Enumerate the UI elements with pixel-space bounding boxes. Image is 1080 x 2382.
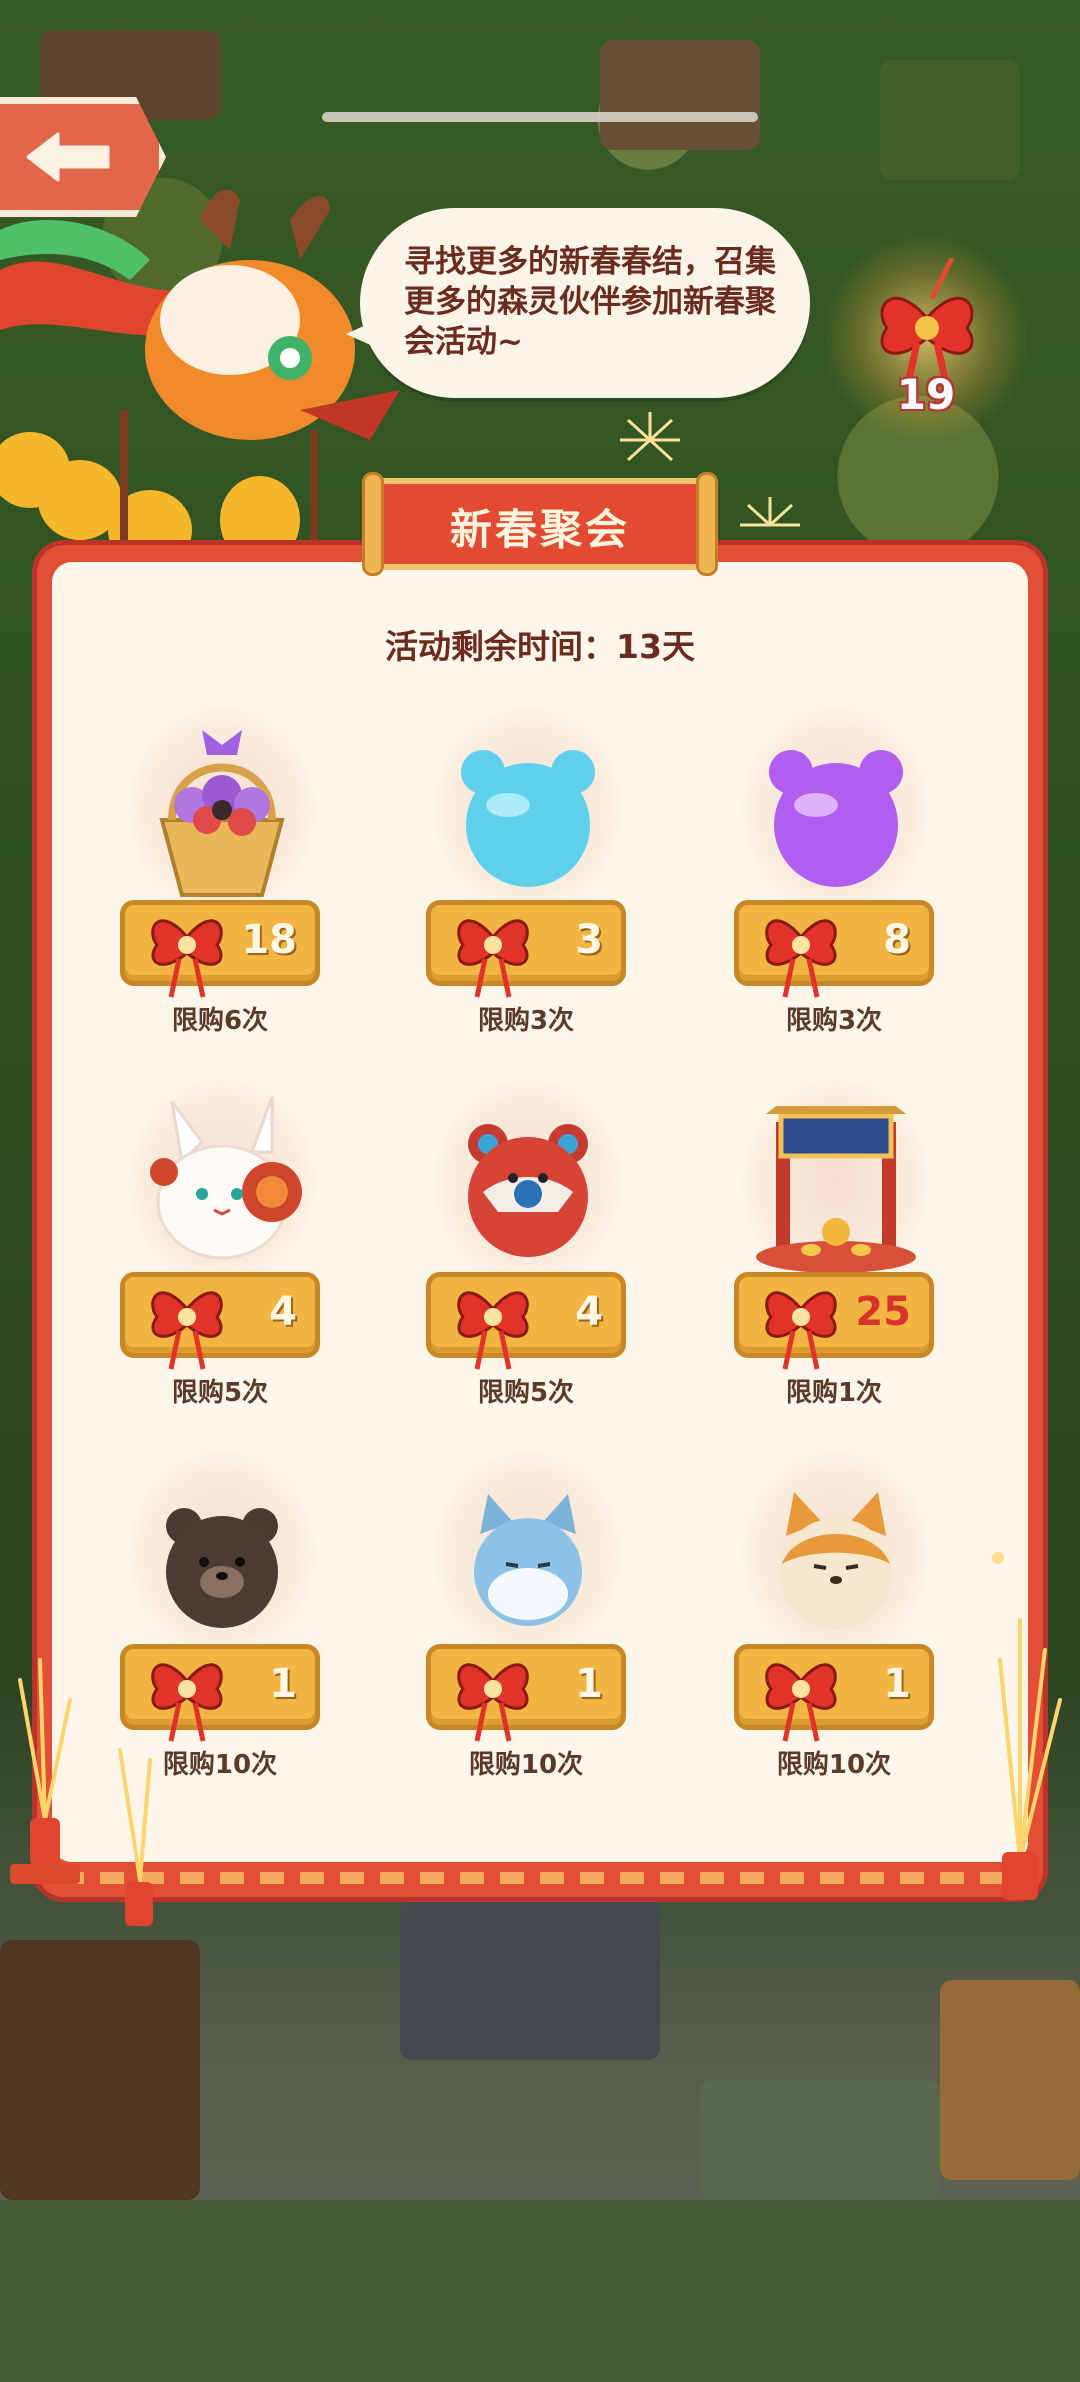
speech-bubble: 寻找更多的新春春结，召集更多的森灵伙伴参加新春聚会活动~ bbox=[346, 208, 810, 398]
firecracker-icon bbox=[10, 1658, 153, 1926]
price-label: 4 bbox=[269, 1289, 297, 1335]
knot-currency-counter[interactable]: 19 bbox=[826, 228, 1026, 448]
purchase-limit-label: 限购5次 bbox=[477, 1378, 575, 1408]
panel-title: 新春聚会 bbox=[449, 505, 630, 554]
price-label: 4 bbox=[575, 1289, 603, 1335]
shop-item[interactable]: 18 限购6次 bbox=[102, 700, 342, 1040]
flower-basket-icon bbox=[159, 730, 285, 897]
chinese-knot-icon bbox=[151, 1663, 223, 1742]
festival-gate-icon bbox=[756, 1106, 916, 1273]
shop-item[interactable]: 8 限购3次 bbox=[716, 700, 956, 1040]
speech-bubble-text: 寻找更多的新春春结，召集更多的森灵伙伴参加新春聚会活动~ bbox=[404, 244, 776, 360]
chinese-knot-icon bbox=[765, 919, 837, 998]
shop-item[interactable]: 1 限购10次 bbox=[716, 1444, 956, 1784]
shop-item[interactable]: 4 限购5次 bbox=[102, 1072, 342, 1412]
shop-item[interactable]: 4 限购5次 bbox=[408, 1072, 648, 1412]
price-label: 8 bbox=[883, 917, 911, 963]
chinese-knot-icon bbox=[151, 919, 223, 998]
price-button[interactable]: 1 bbox=[426, 1644, 626, 1742]
firecracker-icon bbox=[992, 1552, 1062, 1900]
chinese-knot-icon bbox=[765, 1663, 837, 1742]
purchase-limit-label: 限购3次 bbox=[785, 1006, 883, 1036]
chinese-knot-icon bbox=[151, 1291, 223, 1370]
purchase-limit-label: 限购5次 bbox=[171, 1378, 269, 1408]
purchase-limit-label: 限购10次 bbox=[776, 1750, 892, 1780]
price-button[interactable]: 4 bbox=[426, 1272, 626, 1370]
price-label: 1 bbox=[883, 1661, 911, 1707]
purple-jelly-bear-icon bbox=[769, 750, 903, 887]
shop-item[interactable]: 25 限购1次 bbox=[716, 1072, 956, 1412]
red-bear-spirit-icon bbox=[468, 1124, 588, 1257]
price-label: 18 bbox=[241, 917, 297, 963]
chinese-knot-icon bbox=[457, 1291, 529, 1370]
panel-bottom-trim bbox=[60, 1872, 1020, 1884]
bunny-spirit-icon bbox=[150, 1096, 302, 1260]
arrow-left-icon bbox=[26, 132, 110, 182]
price-label: 1 bbox=[575, 1661, 603, 1707]
price-button[interactable]: 8 bbox=[734, 900, 934, 998]
shiba-spirit-icon bbox=[780, 1492, 892, 1630]
panel-title-scroll: 新春聚会 bbox=[362, 472, 718, 576]
knot-count-label: 19 bbox=[896, 370, 956, 419]
price-button[interactable]: 3 bbox=[426, 900, 626, 998]
drag-handle[interactable] bbox=[322, 112, 758, 122]
purchase-limit-label: 限购3次 bbox=[477, 1006, 575, 1036]
blue-jelly-bear-icon bbox=[461, 750, 595, 887]
firework-icon bbox=[620, 412, 680, 462]
chinese-knot-icon bbox=[457, 919, 529, 998]
price-button[interactable]: 18 bbox=[120, 900, 320, 998]
price-button[interactable]: 25 bbox=[734, 1272, 934, 1370]
purchase-limit-label: 限购1次 bbox=[785, 1378, 883, 1408]
chinese-knot-icon bbox=[765, 1291, 837, 1370]
purchase-limit-label: 限购6次 bbox=[171, 1006, 269, 1036]
event-timer: 活动剩余时间：13天 bbox=[385, 627, 695, 666]
price-label: 1 bbox=[269, 1661, 297, 1707]
blue-cat-spirit-icon bbox=[474, 1494, 582, 1626]
price-label: 3 bbox=[575, 917, 603, 963]
shop-item[interactable]: 1 限购10次 bbox=[408, 1444, 648, 1784]
shop-item[interactable]: 3 限购3次 bbox=[408, 700, 648, 1040]
chinese-knot-icon bbox=[457, 1663, 529, 1742]
price-button[interactable]: 1 bbox=[734, 1644, 934, 1742]
price-label: 25 bbox=[855, 1289, 911, 1335]
purchase-limit-label: 限购10次 bbox=[468, 1750, 584, 1780]
price-button[interactable]: 4 bbox=[120, 1272, 320, 1370]
chinese-knot-icon bbox=[880, 258, 974, 388]
